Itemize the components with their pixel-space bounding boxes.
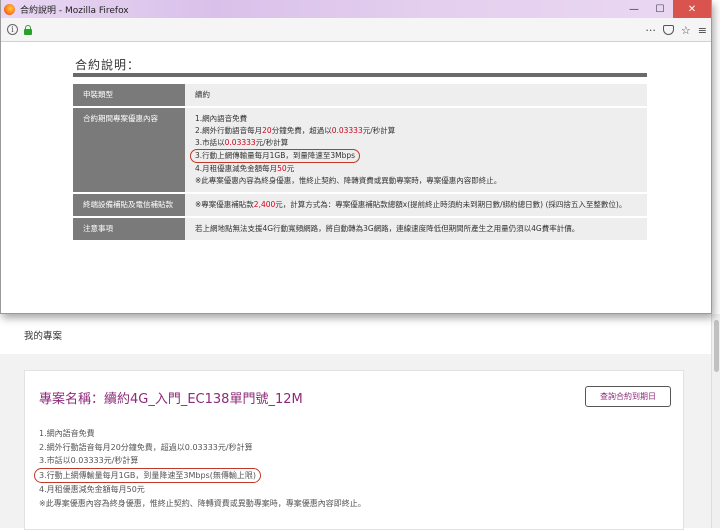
- list-item: 2.網外行動語音每月20分鐘免費，超過以0.03333元/秒計算: [39, 442, 253, 452]
- popup-window: 合約說明 - Mozilla Firefox — ☐ ✕ i ··· ☆ ≡ 合…: [0, 0, 712, 314]
- lock-icon[interactable]: [24, 24, 32, 35]
- more-icon[interactable]: ···: [645, 24, 656, 37]
- background-page: 我的專案 專案名稱：續約4G_入門_EC138單門號_12M 查詢合約到期日 1…: [0, 314, 720, 530]
- list-item: 4.月租優惠減免金額每月50元: [39, 485, 145, 494]
- window-title: 合約說明 - Mozilla Firefox: [20, 5, 129, 16]
- contract-info-table: 申裝類型 續約 合約期間專案優惠內容 1.網內語音免費 2.網外行動語音每月20…: [73, 82, 647, 242]
- plan-details-list: 1.網內語音免費 2.網外行動語音每月20分鐘免費，超過以0.03333元/秒計…: [34, 427, 366, 510]
- info-icon[interactable]: i: [7, 24, 18, 35]
- row-value: ※專案優惠補貼款2,400元，計算方式為：專案優惠補貼款總額x(提前終止時須約未…: [185, 194, 647, 216]
- list-item: 3.市話以0.03333元/秒計算: [39, 456, 139, 465]
- list-item: 1.網內語音免費: [195, 114, 248, 123]
- highlight-annotation: 3.行動上網傳輸量每月1GB，到量降速至3Mbps(無傳輸上限): [34, 467, 261, 483]
- menu-icon[interactable]: ≡: [698, 24, 707, 37]
- pocket-icon[interactable]: [662, 25, 674, 35]
- row-label: 申裝類型: [73, 84, 185, 106]
- table-row: 申裝類型 續約: [73, 84, 647, 106]
- heading-divider: [73, 73, 647, 77]
- highlight-annotation: 3.行動上網傳輸量每月1GB，到量降速至3Mbps: [190, 149, 361, 163]
- url-bar[interactable]: i ··· ☆ ≡: [1, 18, 711, 42]
- query-contract-expiry-button[interactable]: 查詢合約到期日: [585, 386, 671, 407]
- firefox-logo-icon: [4, 3, 15, 15]
- row-label: 合約期間專案優惠內容: [73, 108, 185, 192]
- row-value: 1.網內語音免費 2.網外行動語音每月20分鐘免費，超過以0.03333元/秒計…: [185, 108, 647, 192]
- list-item: ※此專案優惠內容為終身優惠，惟終止契約、降轉資費或異動專案時，專案優惠內容即終止…: [39, 498, 366, 508]
- close-button[interactable]: ✕: [673, 0, 711, 18]
- section-header: 我的專案: [0, 314, 711, 354]
- minimize-button[interactable]: —: [621, 0, 647, 18]
- page-scrollbar[interactable]: [711, 314, 720, 528]
- table-row: 終端設備補貼及電信補貼款 ※專案優惠補貼款2,400元，計算方式為：專案優惠補貼…: [73, 194, 647, 216]
- list-item: 4.月租優惠減免金額每月50元: [195, 164, 295, 173]
- popup-content: 合約說明： 申裝類型 續約 合約期間專案優惠內容 1.網內語音免費 2.網外行動…: [1, 42, 711, 313]
- row-value: 續約: [185, 84, 647, 106]
- scrollbar-thumb[interactable]: [714, 320, 719, 372]
- section-title: 我的專案: [24, 331, 63, 342]
- plan-name: 專案名稱：續約4G_入門_EC138單門號_12M: [39, 392, 303, 407]
- star-icon[interactable]: ☆: [681, 24, 691, 37]
- maximize-button[interactable]: ☐: [647, 0, 673, 18]
- row-label: 注意事項: [73, 218, 185, 240]
- list-item: 3.行動上網傳輸量每月1GB，到量降速至3Mbps: [190, 149, 637, 163]
- row-label: 終端設備補貼及電信補貼款: [73, 194, 185, 216]
- list-item: 3.市話以0.03333元/秒計算: [195, 138, 289, 147]
- list-item: ※此專案優惠內容為終身優惠，惟終止契約、降轉資費或異動專案時，專案優惠內容即終止…: [195, 176, 502, 185]
- list-item: 2.網外行動語音每月20分鐘免費，超過以0.03333元/秒計算: [195, 126, 396, 135]
- popup-heading: 合約說明：: [75, 58, 141, 72]
- list-item: 1.網內語音免費: [39, 429, 95, 438]
- row-value: 若上網地點無法支援4G行動寬頻網路，將自動轉為3G網路，連線速度降低但期間所產生…: [185, 218, 647, 240]
- table-row: 合約期間專案優惠內容 1.網內語音免費 2.網外行動語音每月20分鐘免費，超過以…: [73, 108, 647, 192]
- list-item: 3.行動上網傳輸量每月1GB，到量降速至3Mbps(無傳輸上限): [34, 467, 366, 483]
- plan-card: 專案名稱：續約4G_入門_EC138單門號_12M 查詢合約到期日 1.網內語音…: [24, 370, 684, 530]
- table-row: 注意事項 若上網地點無法支援4G行動寬頻網路，將自動轉為3G網路，連線速度降低但…: [73, 218, 647, 240]
- title-bar[interactable]: 合約說明 - Mozilla Firefox — ☐ ✕: [1, 0, 711, 18]
